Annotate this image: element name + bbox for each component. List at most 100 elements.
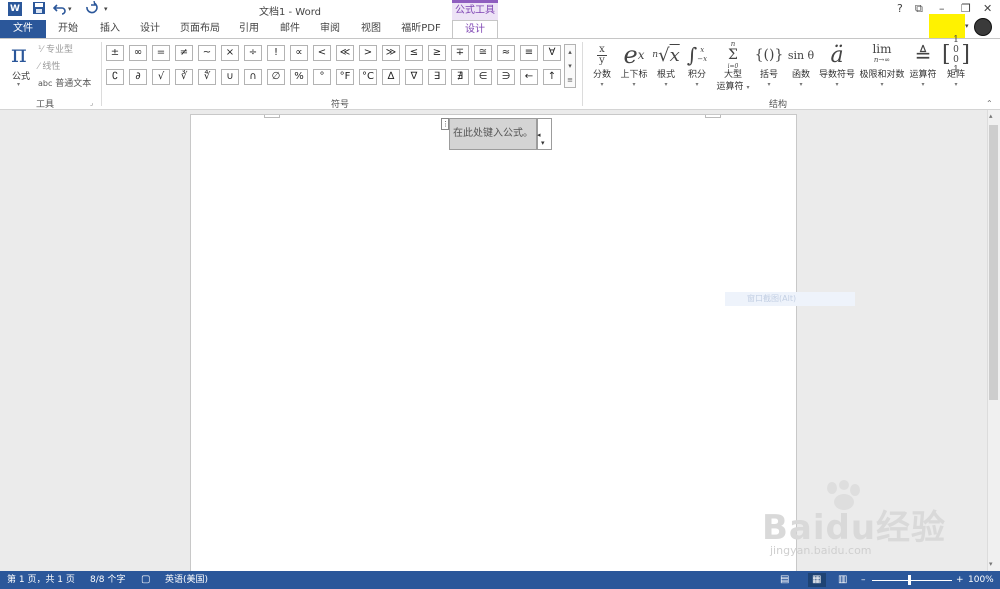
symbol-button[interactable]: ≤ [405,45,423,61]
tab-view[interactable]: 视图 [355,20,387,38]
account-dropdown-icon[interactable]: ▾ [965,22,969,30]
collapse-ribbon-icon[interactable]: ⌃ [986,99,993,108]
large-operator-button[interactable]: n Σ i=0 大型 运算符 ▾ [713,40,753,94]
scroll-up-icon[interactable]: ▴ [565,45,575,59]
language-status[interactable]: 英语(美国) [165,571,208,589]
equation-pi-icon[interactable]: π [11,42,31,66]
symbol-button[interactable]: ∪ [221,69,239,85]
equation-handle-icon[interactable]: ⋮ [441,118,449,130]
symbol-button[interactable]: > [359,45,377,61]
proofing-icon[interactable]: ▢ [141,571,150,589]
zoom-slider-track[interactable] [872,580,952,581]
customize-quick-access-icon[interactable]: ▾ [104,1,108,17]
matrix-button[interactable]: [ 1 0 0 1 ] 矩阵 ▾ [942,35,970,89]
undo-dropdown-icon[interactable]: ▾ [68,1,72,17]
tab-mailings[interactable]: 邮件 [274,20,306,38]
tab-insert[interactable]: 插入 [94,20,126,38]
read-mode-icon[interactable]: ▤ [780,571,789,589]
symbol-button[interactable]: ← [520,69,538,85]
symbol-button[interactable]: °F [336,69,354,85]
symbol-button[interactable]: ≪ [336,45,354,61]
word-count-status[interactable]: 8/8 个字 [90,571,125,589]
integral-button[interactable]: ∫ x −x 积分 ▾ [684,41,710,89]
symbol-button[interactable]: ∀ [543,45,561,61]
zoom-slider-thumb[interactable] [908,575,911,585]
symbol-button[interactable]: = [152,45,170,61]
tab-equation-design[interactable]: 设计 [452,20,498,38]
symbol-button[interactable]: ≫ [382,45,400,61]
symbol-button[interactable]: ! [267,45,285,61]
tab-references[interactable]: 引用 [233,20,265,38]
equation-placeholder[interactable]: 在此处键入公式。 [449,118,537,150]
zoom-level[interactable]: 100% [968,571,994,589]
symbol-button[interactable]: ∝ [290,45,308,61]
gallery-more-icon[interactable]: ≡ [565,73,575,87]
web-layout-icon[interactable]: ▥ [838,571,847,589]
close-button[interactable]: ✕ [983,2,992,16]
bracket-button[interactable]: {()} 括号 ▾ [754,41,784,89]
tab-design[interactable]: 设计 [134,20,166,38]
symbol-button[interactable]: < [313,45,331,61]
symbol-button[interactable]: °C [359,69,377,85]
symbol-button[interactable]: ∆ [382,69,400,85]
symbol-button[interactable]: ∛ [175,69,193,85]
word-app-icon[interactable]: W [8,2,22,16]
symbol-button[interactable]: ∩ [244,69,262,85]
tab-file[interactable]: 文件 [0,20,46,38]
linear-format-button[interactable]: ⁄ 线性 [38,60,60,74]
symbol-button[interactable]: ∓ [451,45,469,61]
equation-button-label[interactable]: 公式 [9,69,33,82]
zoom-in-button[interactable]: + [956,571,964,589]
symbol-button[interactable]: √ [152,69,170,85]
save-icon[interactable] [32,1,46,19]
symbol-button[interactable]: ∇ [405,69,423,85]
limit-log-button[interactable]: lim n→∞ 极限和对数 ▾ [858,41,906,89]
symbol-button[interactable]: ∞ [129,45,147,61]
symbol-button[interactable]: × [221,45,239,61]
symbol-button[interactable]: ∈ [474,69,492,85]
equation-dropdown-icon[interactable]: ▾ [17,81,20,88]
fraction-button[interactable]: x y 分数 ▾ [590,41,614,89]
symbol-button[interactable]: ∜ [198,69,216,85]
dialog-launcher-icon[interactable]: ⌟ [90,99,93,107]
tab-foxit-pdf[interactable]: 福昕PDF [396,20,446,38]
professional-format-button[interactable]: ⅟ 专业型 [38,43,73,57]
symbol-button[interactable]: ∂ [129,69,147,85]
symbol-button[interactable]: ∅ [267,69,285,85]
print-layout-icon[interactable]: ▦ [812,571,821,589]
radical-button[interactable]: n √ x 根式 ▾ [652,41,680,89]
symbol-button[interactable]: ° [313,69,331,85]
symbol-button[interactable]: ÷ [244,45,262,61]
page-count-status[interactable]: 第 1 页，共 1 页 [7,571,75,589]
scroll-up-arrow-icon[interactable]: ▴ [989,112,993,120]
function-button[interactable]: sin θ 函数 ▾ [786,41,816,89]
symbol-button[interactable]: ≥ [428,45,446,61]
symbol-button[interactable]: ∁ [106,69,124,85]
redo-icon[interactable] [84,0,98,19]
ribbon-display-options-button[interactable]: ⧉ [915,2,923,16]
symbol-button[interactable]: ∄ [451,69,469,85]
tab-home[interactable]: 开始 [52,20,84,38]
symbol-button[interactable]: ± [106,45,124,61]
normal-text-button[interactable]: abc 普通文本 [38,77,91,91]
operator-button[interactable]: ≜ 运算符 ▾ [908,41,938,89]
tab-page-layout[interactable]: 页面布局 [176,20,224,38]
scroll-down-icon[interactable]: ▾ [565,59,575,73]
script-button[interactable]: ex 上下标 ▾ [618,41,650,89]
symbol-button[interactable]: ≅ [474,45,492,61]
tab-review[interactable]: 审阅 [314,20,346,38]
symbol-button[interactable]: ~ [198,45,216,61]
symbol-button[interactable]: ≠ [175,45,193,61]
symbols-gallery-scroll[interactable]: ▴ ▾ ≡ [564,44,576,88]
symbol-button[interactable]: ≈ [497,45,515,61]
accent-button[interactable]: ä 导数符号 ▾ [818,41,856,89]
symbol-button[interactable]: ∃ [428,69,446,85]
zoom-out-button[interactable]: – [861,571,866,589]
symbol-button[interactable]: ↑ [543,69,561,85]
document-page[interactable] [190,114,797,572]
scrollbar-thumb[interactable] [989,125,998,400]
symbol-button[interactable]: ≡ [520,45,538,61]
help-button[interactable]: ? [897,2,903,16]
symbol-button[interactable]: ∋ [497,69,515,85]
undo-icon[interactable] [52,1,67,19]
